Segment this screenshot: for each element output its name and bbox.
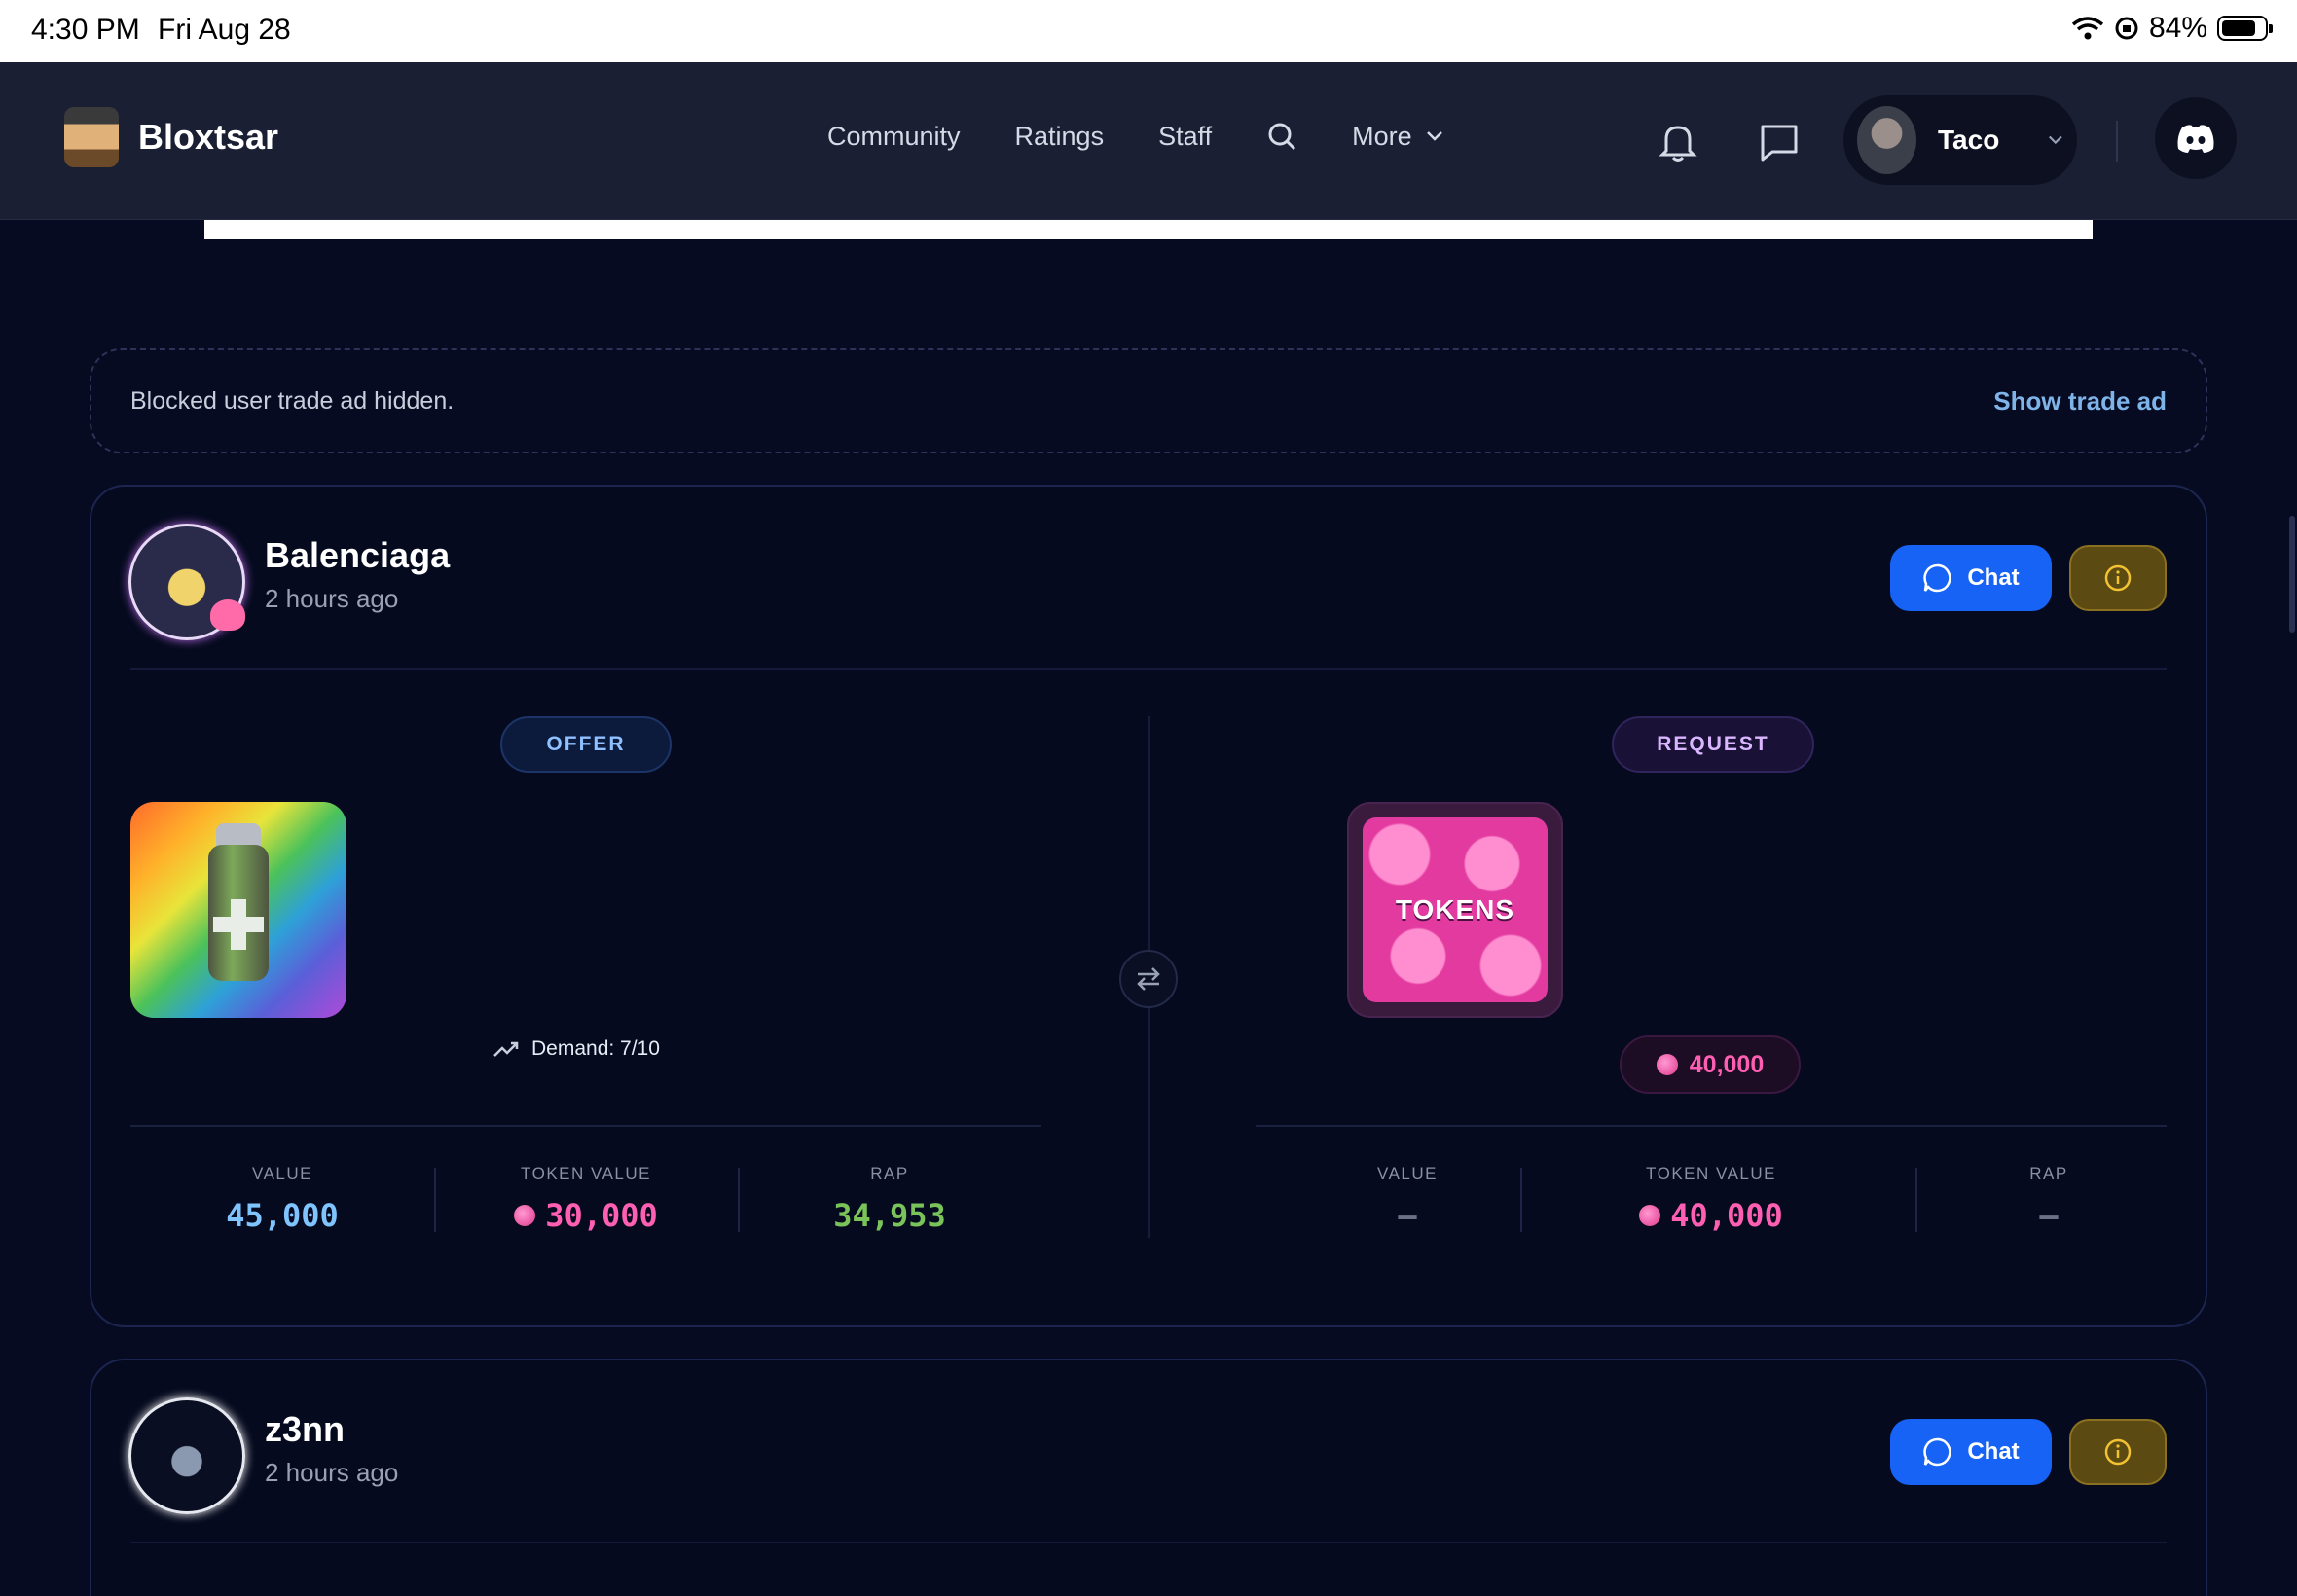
trade-card: z3nn 2 hours ago Chat xyxy=(90,1359,2207,1596)
brand-name: Bloxtsar xyxy=(138,117,279,157)
trending-up-icon xyxy=(493,1041,519,1057)
stat-value-number: 45,000 xyxy=(226,1197,339,1234)
stat-token-value: TOKEN VALUE 30,000 xyxy=(434,1164,738,1234)
chat-button[interactable]: Chat xyxy=(1890,1419,2052,1485)
battery-icon xyxy=(2217,16,2273,41)
stat-rap: RAP 34,953 xyxy=(738,1164,1041,1234)
status-time: 4:30 PM xyxy=(31,14,140,46)
info-icon xyxy=(2104,1438,2132,1466)
card-divider xyxy=(130,668,2167,670)
blocked-trade-notice: Blocked user trade ad hidden. Show trade… xyxy=(90,348,2207,453)
nav-link-staff[interactable]: Staff xyxy=(1158,122,1212,152)
spray-item-image[interactable] xyxy=(130,802,346,1018)
offer-badge: OFFER xyxy=(500,716,672,773)
swap-arrows-icon xyxy=(1137,967,1160,991)
chat-button-label: Chat xyxy=(1967,1438,2020,1465)
stat-divider xyxy=(1915,1168,1917,1232)
stat-token-number: 30,000 xyxy=(545,1197,658,1234)
stat-value-number: – xyxy=(1398,1197,1417,1234)
stat-label: VALUE xyxy=(252,1164,312,1182)
swap-indicator xyxy=(1119,950,1178,1008)
search-icon[interactable] xyxy=(1266,121,1297,152)
trade-card-header: Balenciaga 2 hours ago Chat xyxy=(128,524,2167,640)
trader-name[interactable]: z3nn xyxy=(265,1409,345,1450)
nav-divider xyxy=(2116,121,2118,162)
stat-rap-number: – xyxy=(2039,1197,2059,1234)
user-name: Taco xyxy=(1938,125,2000,155)
stats-divider xyxy=(1256,1125,2167,1127)
discord-button[interactable] xyxy=(2155,97,2237,179)
chat-bubble-icon xyxy=(1923,1437,1951,1467)
brand[interactable]: Bloxtsar xyxy=(64,107,278,167)
request-badge: REQUEST xyxy=(1612,716,1814,773)
token-icon xyxy=(514,1205,536,1226)
request-column: REQUEST TOKENS 40,000 VALUE – TOKEN VALU… xyxy=(1256,716,2167,1300)
stat-label: TOKEN VALUE xyxy=(521,1164,651,1182)
orientation-lock-icon xyxy=(2115,17,2138,40)
chevron-down-icon xyxy=(1426,131,1442,141)
discord-icon xyxy=(2177,125,2214,153)
demand-text: Demand: 7/10 xyxy=(531,1037,660,1060)
trade-time: 2 hours ago xyxy=(265,1458,399,1487)
top-navbar: Bloxtsar Community Ratings Staff More Ta… xyxy=(0,62,2297,220)
info-button[interactable] xyxy=(2069,545,2167,611)
trader-name[interactable]: Balenciaga xyxy=(265,535,450,576)
nav-link-community[interactable]: Community xyxy=(827,122,961,152)
bell-icon xyxy=(1659,126,1697,162)
info-button[interactable] xyxy=(2069,1419,2167,1485)
stat-divider xyxy=(1520,1168,1522,1232)
stat-value: VALUE 45,000 xyxy=(130,1164,434,1234)
battery-percent: 84% xyxy=(2148,12,2207,44)
heart-badge-icon xyxy=(210,599,245,631)
nav-more-label: More xyxy=(1352,121,1412,151)
token-amount-badge: 40,000 xyxy=(1620,1035,1801,1094)
tokens-item-image[interactable]: TOKENS xyxy=(1347,802,1563,1018)
chat-bubble-icon xyxy=(1923,563,1951,593)
nav-link-ratings[interactable]: Ratings xyxy=(1015,122,1105,152)
avatar xyxy=(1857,106,1917,174)
stat-value: VALUE – xyxy=(1256,1164,1559,1234)
trade-card-header: z3nn 2 hours ago Chat xyxy=(128,1397,2167,1514)
token-icon xyxy=(1656,1054,1678,1075)
avatar[interactable] xyxy=(128,1397,245,1514)
trade-time: 2 hours ago xyxy=(265,584,399,613)
nav-links: Community Ratings Staff More xyxy=(827,121,1443,152)
token-icon xyxy=(1639,1205,1661,1226)
stat-label: RAP xyxy=(2029,1164,2068,1182)
stat-rap: RAP – xyxy=(1931,1164,2167,1234)
chevron-down-icon xyxy=(2049,135,2063,145)
blocked-message: Blocked user trade ad hidden. xyxy=(130,386,455,415)
stat-label: RAP xyxy=(870,1164,909,1182)
status-date: Fri Aug 28 xyxy=(158,14,291,46)
tokens-item-label: TOKENS xyxy=(1363,817,1548,1002)
chat-button[interactable]: Chat xyxy=(1890,545,2052,611)
messages-button[interactable] xyxy=(1756,119,1803,165)
token-amount-text: 40,000 xyxy=(1689,1050,1765,1078)
message-icon xyxy=(1761,125,1798,162)
stat-token-number: 40,000 xyxy=(1670,1197,1783,1234)
stat-label: VALUE xyxy=(1377,1164,1438,1182)
notifications-button[interactable] xyxy=(1655,119,1701,165)
demand-indicator: Demand: 7/10 xyxy=(492,1037,660,1061)
status-bar: 4:30 PM Fri Aug 28 84% xyxy=(0,0,2297,62)
card-divider xyxy=(130,1542,2167,1543)
stat-label: TOKEN VALUE xyxy=(1646,1164,1776,1182)
stat-rap-number: 34,953 xyxy=(833,1197,946,1234)
info-icon xyxy=(2104,564,2132,592)
scrollbar-thumb[interactable] xyxy=(2289,516,2295,633)
ad-banner-strip xyxy=(204,220,2093,239)
offer-column: OFFER Demand: 7/10 VALUE 45,000 TOKEN VA… xyxy=(130,716,1041,1300)
trade-card: Balenciaga 2 hours ago Chat OFFER Demand… xyxy=(90,485,2207,1327)
stats-divider xyxy=(130,1125,1041,1127)
show-trade-ad-link[interactable]: Show trade ad xyxy=(1993,386,2167,417)
nav-more-menu[interactable]: More xyxy=(1352,122,1443,152)
status-right: 84% xyxy=(2071,12,2273,45)
chat-button-label: Chat xyxy=(1967,564,2020,591)
brand-logo-icon xyxy=(64,107,119,167)
stat-token-value: TOKEN VALUE 40,000 xyxy=(1559,1164,1863,1234)
user-menu[interactable]: Taco xyxy=(1843,95,2077,185)
wifi-icon xyxy=(2071,17,2104,40)
